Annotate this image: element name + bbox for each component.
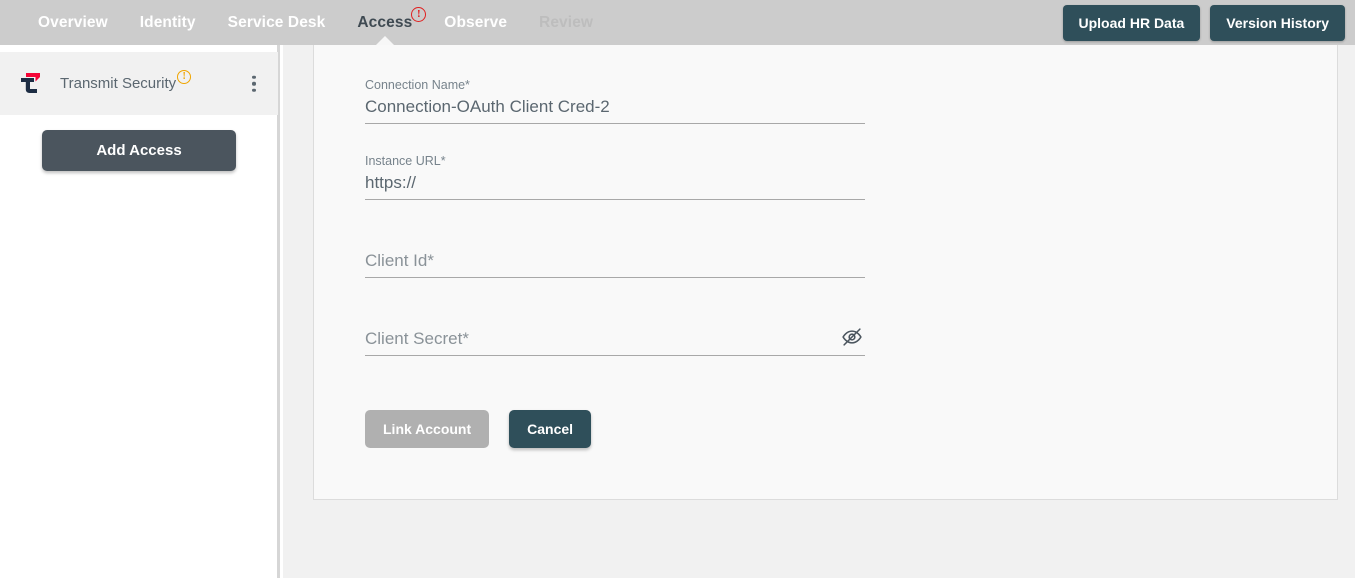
add-access-button[interactable]: Add Access	[42, 130, 236, 171]
top-bar-actions: Upload HR Data Version History	[1062, 0, 1345, 45]
top-navigation-bar: Overview Identity Service Desk Access ! …	[0, 0, 1355, 45]
field-spacer	[365, 124, 865, 154]
link-account-button[interactable]: Link Account	[365, 410, 490, 448]
access-warning-icon: !	[411, 7, 427, 22]
connection-name-label: Transmit Security	[60, 75, 177, 92]
field-connection-name: Connection Name* Connection-OAuth Client…	[365, 78, 865, 124]
field-client-secret: Client Secret*	[365, 328, 865, 356]
sidebar-item-transmit-security[interactable]: Transmit Security !	[0, 52, 278, 115]
field-spacer	[365, 278, 865, 328]
transmit-security-logo-icon	[17, 69, 47, 99]
field-spacer	[365, 200, 865, 250]
cancel-button[interactable]: Cancel	[509, 410, 592, 448]
main-content-area: Connection Name* Connection-OAuth Client…	[283, 45, 1355, 578]
connection-name-input[interactable]: Connection-OAuth Client Cred-2	[365, 96, 865, 124]
nav-tab-identity-label: Identity	[139, 14, 196, 31]
kebab-dot	[252, 88, 256, 92]
nav-tab-service-desk-label: Service Desk	[227, 14, 326, 31]
nav-tab-service-desk[interactable]: Service Desk	[212, 0, 342, 45]
instance-url-input[interactable]: https://	[365, 172, 865, 200]
active-tab-caret-icon	[375, 36, 394, 45]
eye-off-icon[interactable]	[841, 326, 863, 348]
nav-tab-access[interactable]: Access !	[341, 0, 428, 45]
nav-tab-list: Overview Identity Service Desk Access ! …	[22, 0, 609, 45]
connections-sidebar: Transmit Security ! Add Access	[0, 45, 280, 578]
nav-tab-observe[interactable]: Observe	[428, 0, 523, 45]
upload-hr-data-button[interactable]: Upload HR Data	[1062, 4, 1201, 41]
kebab-menu-icon[interactable]	[252, 72, 256, 95]
client-id-input[interactable]: Client Id*	[365, 250, 865, 278]
nav-tab-overview-label: Overview	[38, 14, 108, 31]
field-client-id: Client Id*	[365, 250, 865, 278]
kebab-dot	[252, 81, 256, 86]
connection-name-field-label: Connection Name*	[365, 78, 470, 92]
connection-form-card: Connection Name* Connection-OAuth Client…	[313, 45, 1338, 500]
nav-tab-review-label: Review	[539, 14, 594, 31]
instance-url-field-label: Instance URL*	[365, 154, 446, 168]
client-secret-input[interactable]: Client Secret*	[365, 328, 865, 356]
kebab-dot	[252, 75, 256, 79]
version-history-button[interactable]: Version History	[1210, 4, 1345, 41]
connection-warning-icon: !	[177, 70, 192, 84]
connection-form: Connection Name* Connection-OAuth Client…	[365, 78, 865, 448]
nav-tab-review[interactable]: Review	[523, 0, 609, 45]
nav-tab-observe-label: Observe	[444, 14, 508, 31]
sidebar-item-label-wrapper: Transmit Security !	[60, 70, 192, 92]
nav-tab-identity[interactable]: Identity	[124, 0, 212, 45]
form-action-buttons: Link Account Cancel	[365, 410, 865, 448]
field-instance-url: Instance URL* https://	[365, 154, 865, 200]
nav-tab-overview[interactable]: Overview	[22, 0, 124, 45]
